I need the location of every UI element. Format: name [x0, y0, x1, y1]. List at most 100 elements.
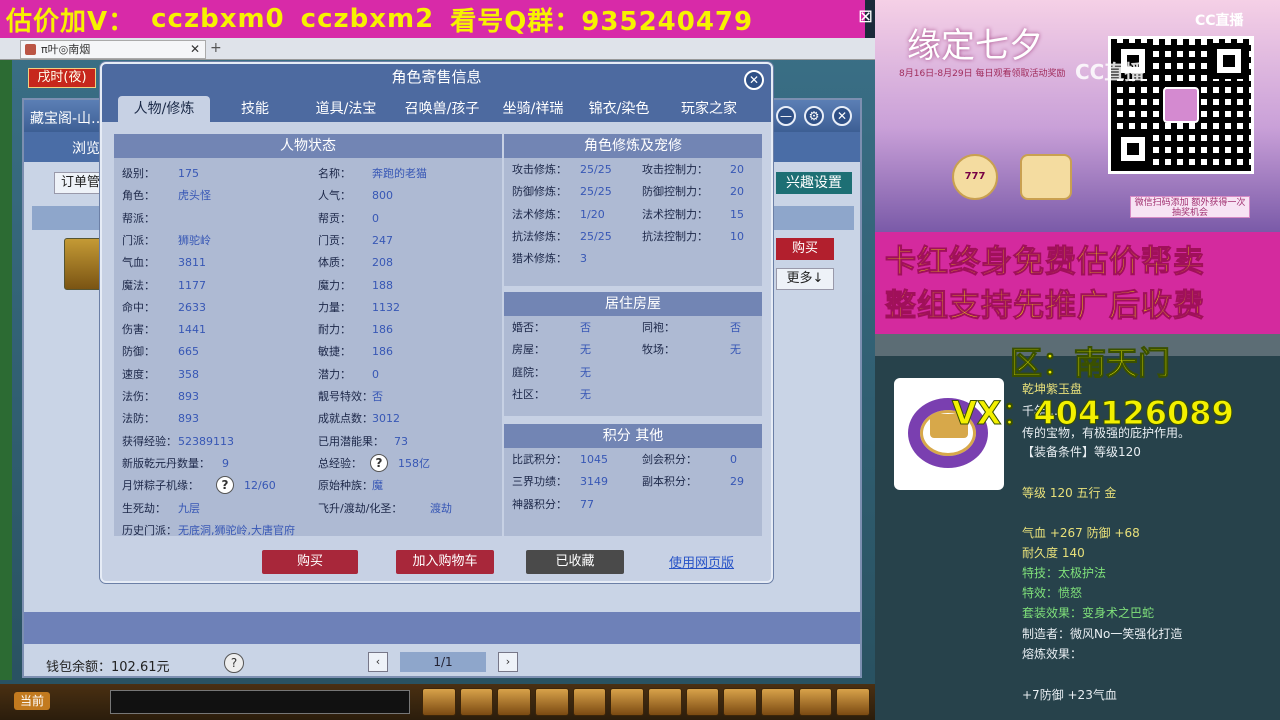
field-value: 77: [580, 497, 594, 511]
info-question-icon[interactable]: ?: [216, 476, 234, 495]
toolbar-icon[interactable]: [535, 688, 569, 716]
saved-button[interactable]: 已收藏: [526, 550, 624, 574]
status-value: 73: [394, 434, 408, 448]
status-value: 358: [178, 367, 199, 381]
status-row: 速度： 358: [122, 367, 199, 383]
status-value: 893: [178, 412, 199, 426]
toolbar-icon[interactable]: [648, 688, 682, 716]
status-value: 208: [372, 256, 393, 270]
field-label: 攻击修炼：: [512, 163, 567, 176]
interest-settings-button[interactable]: 兴趣设置: [776, 172, 852, 194]
help-icon[interactable]: ?: [224, 653, 244, 673]
tab-mounts[interactable]: 坐骑/祥瑞: [492, 96, 574, 122]
vx-overlay: VX：404126089: [952, 394, 1235, 433]
status-value: 3012: [372, 412, 400, 426]
add-to-cart-button[interactable]: 加入购物车: [396, 550, 494, 574]
banner-close-icon[interactable]: ⊠: [858, 6, 873, 27]
item-skill: 特技：太极护法: [1022, 566, 1107, 580]
list-buy-button[interactable]: 购买: [776, 238, 834, 260]
new-tab-button[interactable]: +: [210, 40, 222, 56]
event-title: 缘定七夕: [907, 26, 1043, 66]
status-label: 角色：: [122, 189, 155, 203]
status-label: 门贡：: [318, 233, 351, 247]
banner-segment: 看号Q群：935240479: [450, 6, 754, 37]
status-value: 无底洞,狮驼岭,大唐官府: [178, 523, 295, 537]
field-value: 25/25: [580, 185, 612, 199]
tab-home[interactable]: 玩家之家: [668, 96, 750, 122]
status-label: 靓号特效：: [318, 390, 373, 403]
tab-skills[interactable]: 技能: [220, 96, 290, 122]
cultivation-panel-title: 角色修炼及宠修: [504, 134, 762, 158]
next-page-button[interactable]: ›: [498, 652, 518, 672]
toolbar-icon[interactable]: [610, 688, 645, 716]
prev-page-button[interactable]: ‹: [368, 652, 388, 672]
field-value: 29: [730, 475, 744, 489]
store-close-icon[interactable]: ✕: [832, 106, 852, 126]
status-row: 生死劫： 九层: [122, 501, 200, 517]
tab-outfits[interactable]: 锦衣/染色: [578, 96, 660, 122]
status-row: 门贡： 247: [318, 233, 393, 249]
status-row: 门派： 狮驼岭: [122, 233, 211, 249]
dialog-close-icon[interactable]: ✕: [744, 70, 764, 90]
status-row: 帮派：: [122, 211, 155, 227]
tab-character[interactable]: 人物/修炼: [118, 96, 210, 122]
toolbar-icon[interactable]: [761, 688, 795, 716]
status-row: 新版乾元丹数量： 9: [122, 456, 229, 472]
toolbar-icon[interactable]: [497, 688, 532, 716]
item-effect: 特效：愤怒: [1022, 586, 1083, 600]
toolbar-icon[interactable]: [798, 688, 833, 716]
dialog-title: 角色寄售信息: [102, 64, 771, 90]
toolbar-icon[interactable]: [685, 688, 720, 716]
toolbar-icon[interactable]: [572, 688, 607, 716]
field-label: 房屋：: [512, 343, 545, 357]
info-question-icon[interactable]: ?: [370, 453, 388, 472]
toolbar-icon[interactable]: [836, 688, 871, 716]
settings-gear-icon[interactable]: ⚙: [804, 106, 824, 126]
item-durability: 耐久度 140: [1022, 546, 1085, 560]
status-label: 命中：: [122, 300, 155, 314]
top-promo-banner: 估价加V： cczbxm0 cczbxm2 看号Q群：935240479: [0, 0, 865, 38]
status-row: 名称： 奔跑的老猫: [318, 166, 427, 182]
buy-button[interactable]: 购买: [262, 550, 358, 574]
event-badge: 777: [952, 154, 998, 200]
tab-pets[interactable]: 召唤兽/孩子: [394, 96, 490, 122]
page-indicator: 1/1: [400, 652, 486, 672]
field-value: 无: [580, 387, 591, 401]
field-value: 25/25: [580, 163, 612, 176]
browser-tab[interactable]: π叶◎南烟 ✕: [20, 40, 206, 59]
toolbar-icon[interactable]: [459, 688, 494, 716]
item-refine-value: +7防御 +23气血: [1022, 688, 1117, 702]
toolbar-icon[interactable]: [422, 688, 456, 716]
status-row: 已用潜能果： 73: [318, 434, 408, 450]
tab-close-icon[interactable]: ✕: [190, 41, 200, 58]
tab-items[interactable]: 道具/法宝: [302, 96, 390, 122]
current-channel-button[interactable]: 当前: [14, 692, 50, 710]
field-value: 25/25: [580, 229, 612, 243]
status-row: 敏捷： 186: [318, 344, 393, 360]
status-row: 魔力： 188: [318, 278, 393, 294]
status-row: 靓号特效：否: [318, 389, 383, 405]
field-label: 攻击控制力：: [642, 163, 708, 176]
minimize-icon[interactable]: —: [776, 106, 796, 126]
more-button[interactable]: 更多↓: [776, 268, 834, 290]
cc-live-logo: CC直播: [1195, 13, 1244, 29]
store-footer-band: [24, 612, 860, 644]
field-label: 猎术修炼：: [512, 252, 567, 266]
status-value: 否: [372, 390, 383, 403]
toolbar-icon[interactable]: [723, 688, 758, 716]
status-value: 奔跑的老猫: [372, 167, 427, 180]
status-row: 获得经验： 52389113: [122, 434, 234, 450]
status-label: 潜力：: [318, 367, 351, 381]
use-web-version-link[interactable]: 使用网页版: [669, 552, 734, 571]
field-label: 法术修炼：: [512, 207, 567, 221]
status-value: 1132: [372, 300, 400, 314]
status-row: 耐力： 186: [318, 322, 393, 338]
browse-tab[interactable]: 浏览: [72, 138, 100, 158]
chat-input[interactable]: [110, 690, 410, 714]
points-panel: 积分 其他 比武积分： 1045 剑会积分： 0 三界功绩： 3149 副本积分： 29 神器积…: [504, 424, 762, 536]
status-value: 186: [372, 323, 393, 337]
promo-line-2: 整组支持先推广后收费: [885, 288, 1205, 325]
cultivation-panel: 角色修炼及宠修 攻击修炼： 25/25 攻击控制力： 20 防御修炼： 25/25 防御控制…: [504, 134, 762, 286]
field-label: 神器积分：: [512, 497, 567, 511]
field-value: 20: [730, 163, 744, 176]
